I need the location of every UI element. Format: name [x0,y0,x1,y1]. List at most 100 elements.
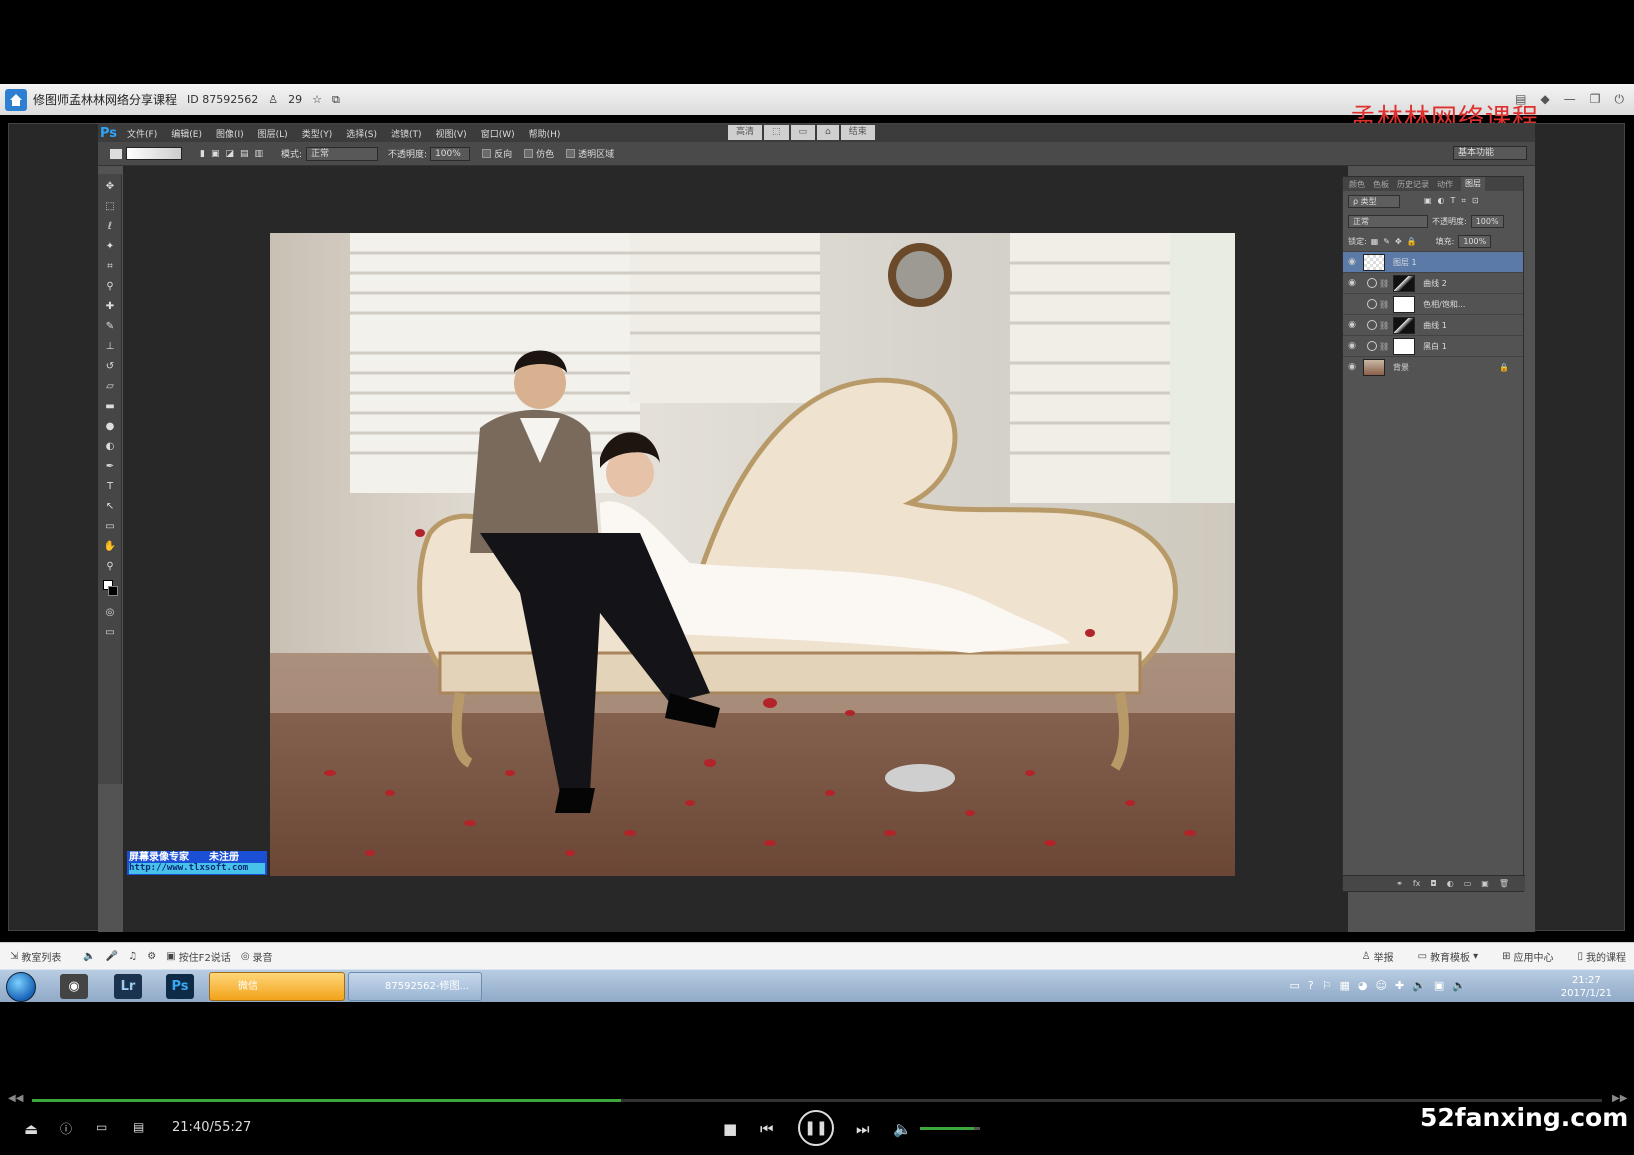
visibility-eye-icon[interactable]: ◉ [1343,278,1361,288]
playback-progress-bar[interactable] [32,1099,1602,1102]
crop-tool-icon[interactable]: ⌗ [103,260,117,274]
info-icon[interactable]: ⓘ [60,1120,72,1137]
classroom-task[interactable]: 87592562-修图... [348,972,482,1001]
layer-filter-select[interactable]: ρ 类型 [1348,194,1400,208]
layer-row[interactable]: ⛓ 色相/饱和... [1343,293,1523,314]
subtitle-icon[interactable]: ▤ [133,1120,144,1134]
my-course-button[interactable]: ▯ 我的课程 [1577,949,1626,964]
menu-layer[interactable]: 图层(L) [258,127,288,140]
mask-link-icon[interactable]: ⛓ [1379,342,1389,351]
previous-icon[interactable]: ⏮ [760,1120,774,1138]
visibility-eye-icon[interactable]: ◉ [1343,257,1361,267]
settings-icon[interactable]: ⚙ [147,951,156,962]
workspace-select[interactable]: 基本功能 [1453,146,1527,160]
volume-icon[interactable]: 🔈 [893,1120,912,1138]
visibility-eye-icon[interactable]: ◉ [1343,320,1361,330]
star-icon[interactable]: ☆ [312,93,322,106]
wechat-task[interactable]: 微信 [209,972,345,1001]
screen-mode-icon[interactable]: ▭ [103,626,117,640]
fx-icon[interactable]: fx [1413,879,1421,888]
camera-app-icon[interactable]: ◉ [60,974,88,999]
taskbar-clock[interactable]: 21:27 2017/1/21 [1561,974,1612,1000]
home-icon[interactable] [5,88,27,111]
history-brush-tool-icon[interactable]: ↺ [103,360,117,374]
eraser-tool-icon[interactable]: ▱ [103,380,117,394]
tab-layers[interactable]: 图层 [1461,177,1485,191]
share-icon[interactable]: ⧉ [332,93,340,107]
mic-icon[interactable]: 🎤 [106,951,118,962]
gradient-tool-icon[interactable]: ▬ [103,400,117,414]
stamp-tool-icon[interactable]: ⊥ [103,340,117,354]
menu-select[interactable]: 选择(S) [346,127,377,140]
document-photo[interactable] [270,233,1235,876]
tab-swatches[interactable]: 色板 [1373,179,1389,190]
menu-help[interactable]: 帮助(H) [529,127,561,140]
dodge-tool-icon[interactable]: ◐ [103,440,117,454]
region-button[interactable]: ⬚ [764,125,789,140]
menu-view[interactable]: 视图(V) [436,127,467,140]
visibility-eye-icon[interactable]: ◉ [1343,341,1361,351]
group-icon[interactable]: ▭ [1464,879,1472,888]
reverse-checkbox[interactable] [482,149,492,158]
healing-tool-icon[interactable]: ✚ [103,300,117,314]
dither-checkbox[interactable] [524,149,534,158]
layer-row[interactable]: ◉ 背景 🔒 [1343,356,1523,377]
gradient-picker[interactable] [126,147,182,160]
eyedropper-tool-icon[interactable]: ⚲ [103,280,117,294]
report-button[interactable]: ♙ 举报 [1362,949,1394,964]
tab-color[interactable]: 颜色 [1349,179,1365,190]
filter-icons[interactable]: ▣◐T⌗⊡ [1424,196,1485,206]
gradient-type-icons[interactable]: ▮▣◪▤▥ [200,149,269,159]
app-center-button[interactable]: ⊞ 应用中心 [1502,949,1553,964]
type-tool-icon[interactable]: T [103,480,117,494]
layer-row[interactable]: ◉ 图层 1 [1343,251,1523,272]
eject-icon[interactable]: ⏏ [24,1120,38,1138]
window-button[interactable]: ▭ [790,125,816,140]
menu-image[interactable]: 图像(I) [216,127,244,140]
visibility-eye-icon[interactable]: ◉ [1343,362,1361,372]
transparency-checkbox[interactable] [566,149,576,158]
fill-input[interactable]: 100% [1458,234,1492,248]
menu-edit[interactable]: 编辑(E) [171,127,202,140]
menu-file[interactable]: 文件(F) [127,127,157,140]
marquee-tool-icon[interactable]: ⬚ [103,200,117,214]
hd-button[interactable]: 高清 [728,125,763,140]
start-button[interactable] [6,972,36,1002]
restore-icon[interactable]: ❐ [1590,92,1601,107]
blend-mode-select[interactable]: 正常 [1348,214,1428,228]
magic-wand-tool-icon[interactable]: ✦ [103,240,117,254]
blur-tool-icon[interactable]: ● [103,420,117,434]
gradient-tool-icon[interactable] [110,148,122,159]
minimize-icon[interactable]: — [1564,92,1576,107]
menu-filter[interactable]: 滤镜(T) [391,127,422,140]
opacity-input[interactable]: 100% [430,146,471,161]
class-list-button[interactable]: ⇲ 教室列表 [10,949,61,964]
mask-link-icon[interactable]: ⛓ [1379,279,1389,288]
end-share-button[interactable]: 结束 [840,125,875,140]
rewind-icon[interactable]: ◀◀ [8,1093,23,1104]
layer-row[interactable]: ◉ ⛓ 黑白 1 [1343,335,1523,356]
trash-icon[interactable]: 🗑 [1499,879,1509,888]
f2-talk-button[interactable]: ▣ 按住F2说话 [166,949,231,964]
music-icon[interactable]: ♫ [128,951,137,962]
layer-opacity-input[interactable]: 100% [1470,214,1504,228]
pen-tool-icon[interactable]: ✒ [103,460,117,474]
shape-tool-icon[interactable]: ▭ [103,520,117,534]
tab-actions[interactable]: 动作 [1437,179,1453,190]
mask-link-icon[interactable]: ⛓ [1379,300,1389,309]
home-share-button[interactable]: ⌂ [817,125,839,140]
menu-window[interactable]: 窗口(W) [481,127,515,140]
mode-select[interactable]: 正常 [306,146,379,161]
lasso-tool-icon[interactable]: ℓ [103,220,117,234]
lock-icons[interactable]: ▦✎✥🔒 [1371,237,1422,246]
path-select-tool-icon[interactable]: ↖ [103,500,117,514]
speaker-icon[interactable]: 🔈 [83,951,95,962]
mask-link-icon[interactable]: ⛓ [1379,321,1389,330]
link-layers-icon[interactable]: ⚭ [1396,879,1403,888]
layer-row[interactable]: ◉ ⛓ 曲线 2 [1343,272,1523,293]
photoshop-app-icon[interactable]: Ps [166,974,194,999]
tab-history[interactable]: 历史记录 [1397,179,1429,190]
color-swatches-icon[interactable] [103,580,118,600]
move-tool-icon[interactable]: ✥ [103,180,117,194]
tray-icons[interactable]: ▭?⚐▦◕☺✚🔊▣🔈 [1289,979,1474,992]
